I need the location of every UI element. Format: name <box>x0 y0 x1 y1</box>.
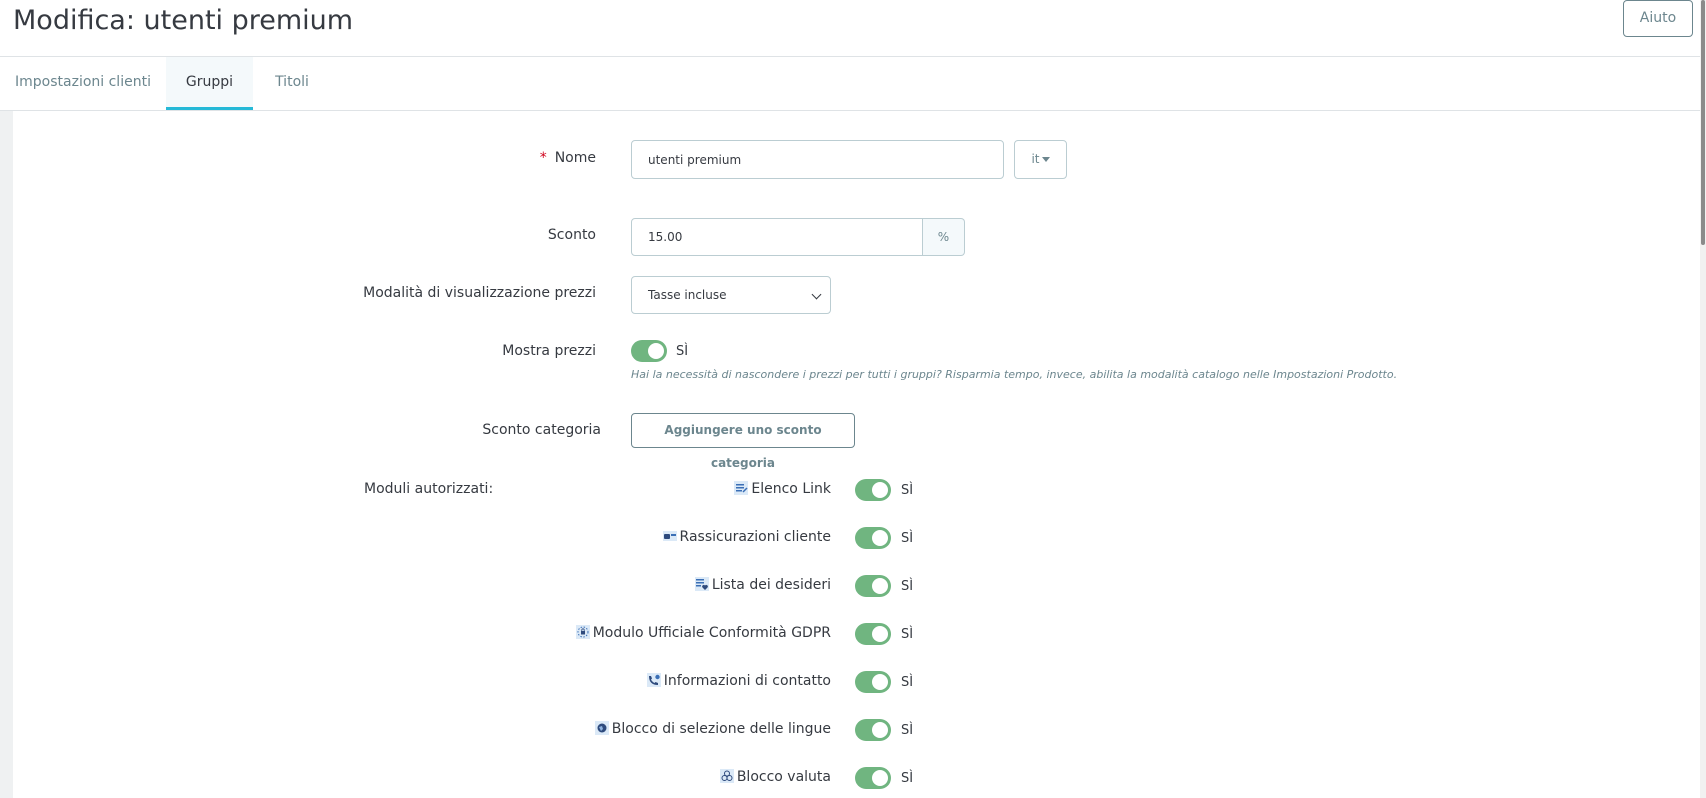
switch-knob <box>872 626 888 642</box>
switch-knob <box>872 482 888 498</box>
page-scrollbar[interactable] <box>1700 0 1706 798</box>
discount-input[interactable] <box>631 218 923 256</box>
module-state: SÌ <box>901 627 914 642</box>
module-state: SÌ <box>901 723 914 738</box>
tab-groups[interactable]: Gruppi <box>166 57 253 110</box>
module-gdpr: Modulo Ufficiale Conformità GDPR <box>575 623 831 643</box>
language-dropdown[interactable]: it <box>1014 140 1067 179</box>
module-state: SÌ <box>901 771 914 786</box>
switch-knob <box>872 530 888 546</box>
module-name: Blocco valuta <box>736 769 831 785</box>
currency-icon <box>719 769 734 783</box>
module-name: Elenco Link <box>751 481 831 497</box>
switch-knob <box>872 722 888 738</box>
contact-icon <box>646 673 661 687</box>
module-reassurance: Rassicurazioni cliente <box>662 527 831 547</box>
name-label-text: Nome <box>554 150 596 166</box>
price-display-selected: Tasse incluse <box>648 288 727 302</box>
show-prices-help: Hai la necessità di nascondere i prezzi … <box>631 368 1398 381</box>
name-input[interactable] <box>631 140 1004 179</box>
module-name: Modulo Ufficiale Conformità GDPR <box>592 625 831 641</box>
tab-bar: Impostazioni clienti Gruppi Titoli <box>0 57 1700 111</box>
switch-knob <box>872 674 888 690</box>
show-prices-switch[interactable] <box>631 340 667 362</box>
price-display-select[interactable]: Tasse incluse <box>631 276 831 314</box>
language-icon <box>594 721 609 735</box>
module-name: Lista dei desideri <box>711 577 831 593</box>
switch-knob <box>872 770 888 786</box>
scrollbar-thumb[interactable] <box>1701 0 1705 245</box>
module-state: SÌ <box>901 483 914 498</box>
module-currency: Blocco valuta <box>719 767 831 787</box>
form-card <box>13 111 1700 798</box>
page-header: Modifica: utenti premium Aiuto <box>0 0 1700 57</box>
module-switch-contact-info[interactable] <box>855 671 891 693</box>
link-list-icon <box>734 481 749 495</box>
help-button[interactable]: Aiuto <box>1623 0 1693 37</box>
module-name: Rassicurazioni cliente <box>679 529 831 545</box>
tab-customer-settings[interactable]: Impostazioni clienti <box>0 57 166 110</box>
module-switch-link-list[interactable] <box>855 479 891 501</box>
authorized-modules-label: Moduli autorizzati: <box>364 481 494 497</box>
module-switch-currency[interactable] <box>855 767 891 789</box>
page: Modifica: utenti premium Aiuto Impostazi… <box>0 0 1706 798</box>
page-title: Modifica: utenti premium <box>13 5 354 36</box>
module-contact-info: Informazioni di contatto <box>646 671 831 691</box>
wishlist-icon <box>694 577 709 591</box>
module-switch-gdpr[interactable] <box>855 623 891 645</box>
module-name: Blocco di selezione delle lingue <box>611 721 831 737</box>
percent-addon: % <box>923 218 965 256</box>
caret-down-icon <box>1041 157 1050 162</box>
show-prices-label: Mostra prezzi <box>502 343 596 359</box>
switch-knob <box>872 578 888 594</box>
module-switch-wishlist[interactable] <box>855 575 891 597</box>
module-state: SÌ <box>901 579 914 594</box>
tab-titles[interactable]: Titoli <box>253 57 331 110</box>
name-label: * Nome <box>540 148 596 168</box>
category-discount-label: Sconto categoria <box>482 422 601 438</box>
reassurance-icon <box>662 531 677 541</box>
module-name: Informazioni di contatto <box>663 673 831 689</box>
chevron-down-icon <box>811 289 822 300</box>
module-language-selector: Blocco di selezione delle lingue <box>594 719 831 739</box>
price-display-label: Modalità di visualizzazione prezzi <box>363 285 596 301</box>
discount-label: Sconto <box>547 227 596 243</box>
language-value: it <box>1031 152 1040 166</box>
module-switch-reassurance[interactable] <box>855 527 891 549</box>
module-wishlist: Lista dei desideri <box>694 575 831 595</box>
module-state: SÌ <box>901 531 914 546</box>
module-switch-language-selector[interactable] <box>855 719 891 741</box>
switch-knob <box>648 343 664 359</box>
module-state: SÌ <box>901 675 914 690</box>
gdpr-icon <box>575 625 590 639</box>
module-link-list: Elenco Link <box>734 479 831 499</box>
required-mark: * <box>539 150 547 166</box>
show-prices-state: SÌ <box>676 344 689 359</box>
add-category-discount-button[interactable]: Aggiungere uno sconto categoria <box>631 413 855 470</box>
